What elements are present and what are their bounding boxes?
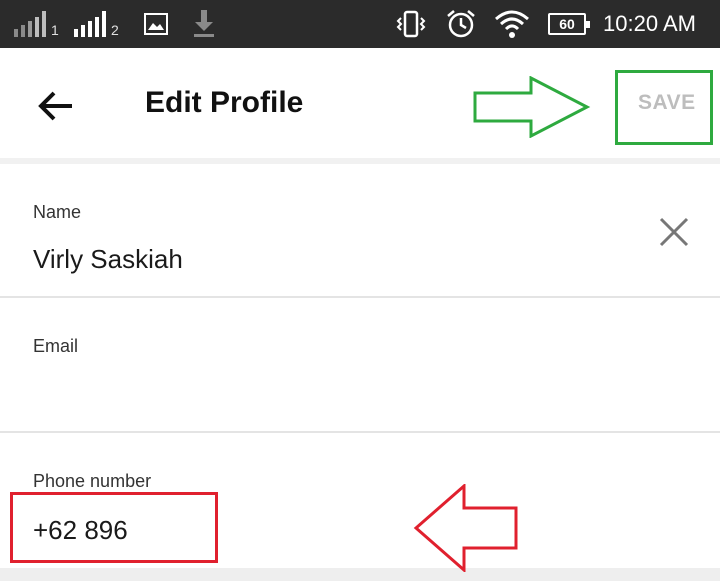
battery-icon: 60 [548,13,590,35]
sim2-label: 2 [111,22,119,38]
app-bar: Edit Profile SAVE [0,48,720,160]
phone-label: Phone number [33,471,152,491]
email-field: Email [0,298,720,432]
back-button[interactable] [28,84,84,128]
page-title: Edit Profile [145,86,304,119]
close-icon [659,217,689,247]
alarm-icon [445,0,477,48]
save-highlight-box [615,70,713,145]
battery-level: 60 [559,16,575,32]
signal-sim2-icon: 2 [74,9,119,37]
signal-sim1-icon: 1 [14,9,59,37]
status-time: 10:20 AM [603,11,696,36]
download-icon [192,0,216,48]
phone-highlight-box [10,492,218,563]
status-bar: 1 2 60 10:20 AM [0,0,720,48]
email-label: Email [33,336,79,356]
name-input[interactable]: Virly Saskiah [33,244,183,275]
name-label: Name [33,202,82,222]
arrow-back-icon [38,91,72,121]
vibrate-icon [396,0,426,48]
clear-name-button[interactable] [652,210,696,254]
wifi-icon [494,0,530,48]
bottom-strip [0,568,720,581]
image-notification-icon [143,0,169,48]
red-arrow-left-icon [413,484,518,572]
name-field: Name Virly Saskiah [0,164,720,298]
sim1-label: 1 [51,22,59,38]
green-arrow-right-icon [473,76,591,138]
